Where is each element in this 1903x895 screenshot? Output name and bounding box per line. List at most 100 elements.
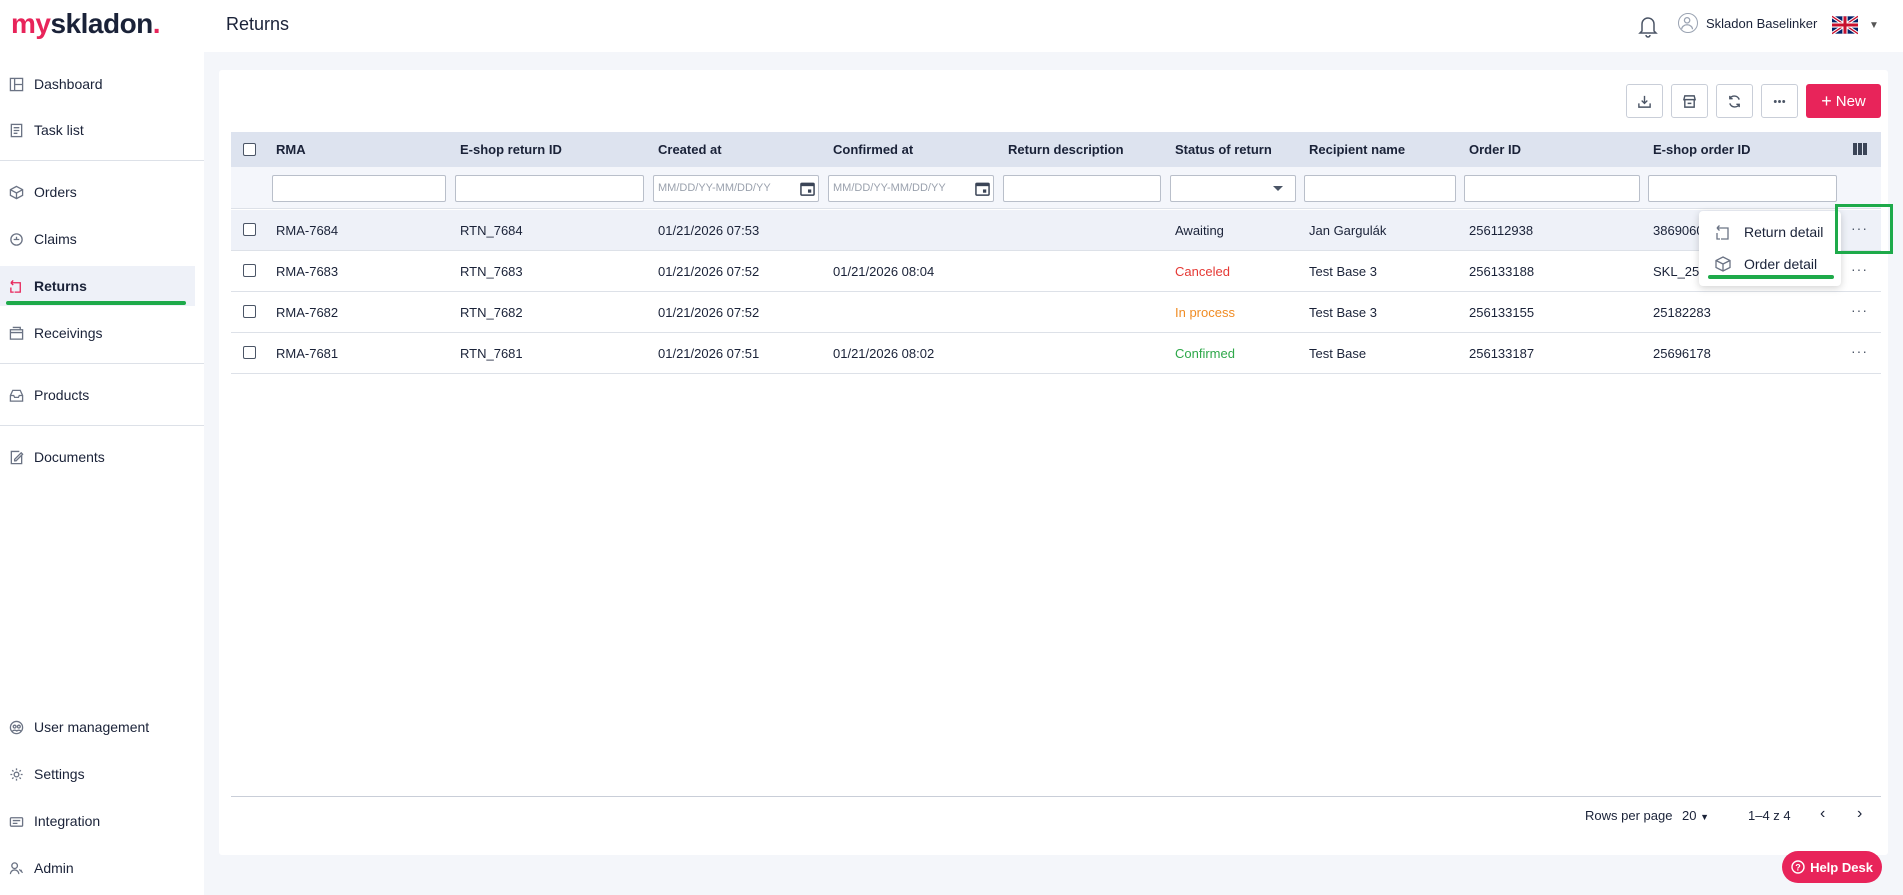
sidebar-item-documents[interactable]: Documents xyxy=(0,437,195,477)
help-desk-button[interactable]: ? Help Desk xyxy=(1782,851,1882,883)
refresh-button[interactable] xyxy=(1716,84,1753,118)
new-return-button[interactable]: + New xyxy=(1806,84,1881,118)
column-header-status[interactable]: Status of return xyxy=(1175,142,1272,157)
row-checkbox[interactable] xyxy=(243,223,256,236)
cell-rma: RMA-7683 xyxy=(276,264,339,279)
logo-dot: . xyxy=(152,8,161,39)
active-nav-highlight xyxy=(6,301,186,305)
table-row[interactable]: RMA-7682 RTN_7682 01/21/2026 07:52 In pr… xyxy=(231,292,1881,333)
sidebar-item-orders[interactable]: Orders xyxy=(0,172,195,212)
calendar-icon[interactable] xyxy=(975,181,990,196)
help-icon: ? xyxy=(1791,860,1805,874)
rows-per-page-select[interactable]: 20 ▼ xyxy=(1682,808,1709,823)
sidebar-item-claims[interactable]: Claims xyxy=(0,219,195,259)
chevron-down-icon xyxy=(1273,186,1283,191)
row-more-icon[interactable]: ··· xyxy=(1851,261,1868,277)
svg-text:?: ? xyxy=(1795,863,1801,873)
cell-recipient: Test Base 3 xyxy=(1309,264,1377,279)
menu-item-label: Order detail xyxy=(1744,256,1818,272)
next-page-icon[interactable]: › xyxy=(1857,805,1862,823)
filter-eshop-return-id-input[interactable] xyxy=(455,175,644,202)
column-header-rma[interactable]: RMA xyxy=(276,142,306,157)
user-name: Skladon Baselinker xyxy=(1706,15,1818,31)
cell-confirmed-at: 01/21/2026 08:02 xyxy=(833,346,935,361)
filter-recipient-name-input[interactable] xyxy=(1304,175,1456,202)
table-row[interactable]: RMA-7684 RTN_7684 01/21/2026 07:53 Await… xyxy=(231,210,1881,251)
page-title: Returns xyxy=(226,14,290,34)
row-more-icon[interactable]: ··· xyxy=(1851,302,1868,318)
warehouse-button[interactable] xyxy=(1671,84,1708,118)
row-checkbox[interactable] xyxy=(243,264,256,277)
cell-status: Canceled xyxy=(1175,264,1230,279)
sidebar-item-receivings[interactable]: Receivings xyxy=(0,313,195,353)
filter-order-id-input[interactable] xyxy=(1464,175,1640,202)
columns-icon[interactable] xyxy=(1853,143,1867,155)
filter-created-at-input[interactable]: MM/DD/YY-MM/DD/YY xyxy=(653,175,819,202)
refresh-icon xyxy=(1729,94,1740,108)
cell-rma: RMA-7684 xyxy=(276,223,339,238)
sidebar-item-dashboard[interactable]: Dashboard xyxy=(0,64,195,104)
column-header-eshop-order-id[interactable]: E-shop order ID xyxy=(1653,142,1751,157)
store-icon xyxy=(1682,94,1697,108)
filter-confirmed-at-input[interactable]: MM/DD/YY-MM/DD/YY xyxy=(828,175,994,202)
sidebar-item-settings[interactable]: Settings xyxy=(0,754,195,794)
user-menu[interactable]: Skladon Baselinker xyxy=(1678,13,1817,33)
language-caret-icon[interactable]: ▼ xyxy=(1869,20,1879,31)
select-all-checkbox[interactable] xyxy=(243,143,256,156)
sidebar: Dashboard Task list Orders Claims Return… xyxy=(0,52,204,895)
returns-icon xyxy=(10,279,21,293)
cell-order-id: 256133187 xyxy=(1469,346,1535,361)
table-row[interactable]: RMA-7681 RTN_7681 01/21/2026 07:51 01/21… xyxy=(231,333,1881,374)
filter-rma-input[interactable] xyxy=(272,175,446,202)
table-row[interactable]: RMA-7683 RTN_7683 01/21/2026 07:52 01/21… xyxy=(231,251,1881,292)
sidebar-item-user-management[interactable]: User management xyxy=(0,707,195,747)
cell-eshop-order-id: 25696178 xyxy=(1653,346,1711,361)
uk-flag-icon[interactable] xyxy=(1832,15,1858,35)
cell-eshop-return-id: RTN_7681 xyxy=(460,346,523,361)
column-header-recipient-name[interactable]: Recipient name xyxy=(1309,142,1405,157)
row-checkbox[interactable] xyxy=(243,346,256,359)
filter-status-select[interactable] xyxy=(1170,175,1296,202)
top-bar: myskladon. Returns Skladon Baselinker ▼ xyxy=(0,0,1903,52)
cell-confirmed-at: 01/21/2026 08:04 xyxy=(833,264,935,279)
filter-eshop-order-id-input[interactable] xyxy=(1648,175,1837,202)
row-more-icon[interactable]: ··· xyxy=(1851,343,1868,359)
sidebar-item-label: Orders xyxy=(34,184,77,200)
filter-return-description-input[interactable] xyxy=(1003,175,1161,202)
column-header-confirmed-at[interactable]: Confirmed at xyxy=(833,142,913,157)
column-header-created-at[interactable]: Created at xyxy=(658,142,722,157)
cell-order-id: 256133188 xyxy=(1469,264,1535,279)
document-edit-icon xyxy=(10,450,24,464)
sidebar-item-integration[interactable]: Integration xyxy=(0,801,195,841)
menu-item-label: Return detail xyxy=(1744,224,1824,240)
logo-skladon: skladon xyxy=(50,8,153,39)
table-header: RMA E-shop return ID Created at Confirme… xyxy=(231,132,1881,167)
prev-page-icon[interactable]: ‹ xyxy=(1820,805,1825,823)
calendar-icon[interactable] xyxy=(800,181,815,196)
bell-icon[interactable] xyxy=(1637,14,1659,38)
menu-item-return-detail[interactable]: Return detail xyxy=(1699,217,1841,247)
row-checkbox[interactable] xyxy=(243,305,256,318)
column-header-order-id[interactable]: Order ID xyxy=(1469,142,1521,157)
date-placeholder: MM/DD/YY-MM/DD/YY xyxy=(658,182,771,194)
user-management-icon xyxy=(9,720,24,734)
receivings-icon xyxy=(9,326,24,340)
returns-card: + New RMA E-shop return ID Created at Co… xyxy=(219,70,1888,855)
sidebar-item-returns[interactable]: Returns xyxy=(0,266,195,306)
download-icon xyxy=(1638,95,1651,108)
sidebar-item-admin[interactable]: Admin xyxy=(0,848,195,888)
rows-per-page-value: 20 xyxy=(1682,808,1697,823)
new-button-label: New xyxy=(1835,92,1866,110)
export-button[interactable] xyxy=(1626,84,1663,118)
cell-status: Awaiting xyxy=(1175,223,1224,238)
sidebar-item-label: Receivings xyxy=(34,325,103,341)
sidebar-item-task-list[interactable]: Task list xyxy=(0,110,195,150)
more-actions-button[interactable] xyxy=(1761,84,1798,118)
sidebar-item-products[interactable]: Products xyxy=(0,375,195,415)
inbox-icon xyxy=(9,389,24,402)
column-header-return-description[interactable]: Return description xyxy=(1008,142,1124,157)
row-actions-highlight-box xyxy=(1835,204,1893,254)
logo[interactable]: myskladon. xyxy=(11,8,161,40)
sidebar-item-label: Admin xyxy=(34,860,74,876)
column-header-eshop-return-id[interactable]: E-shop return ID xyxy=(460,142,562,157)
